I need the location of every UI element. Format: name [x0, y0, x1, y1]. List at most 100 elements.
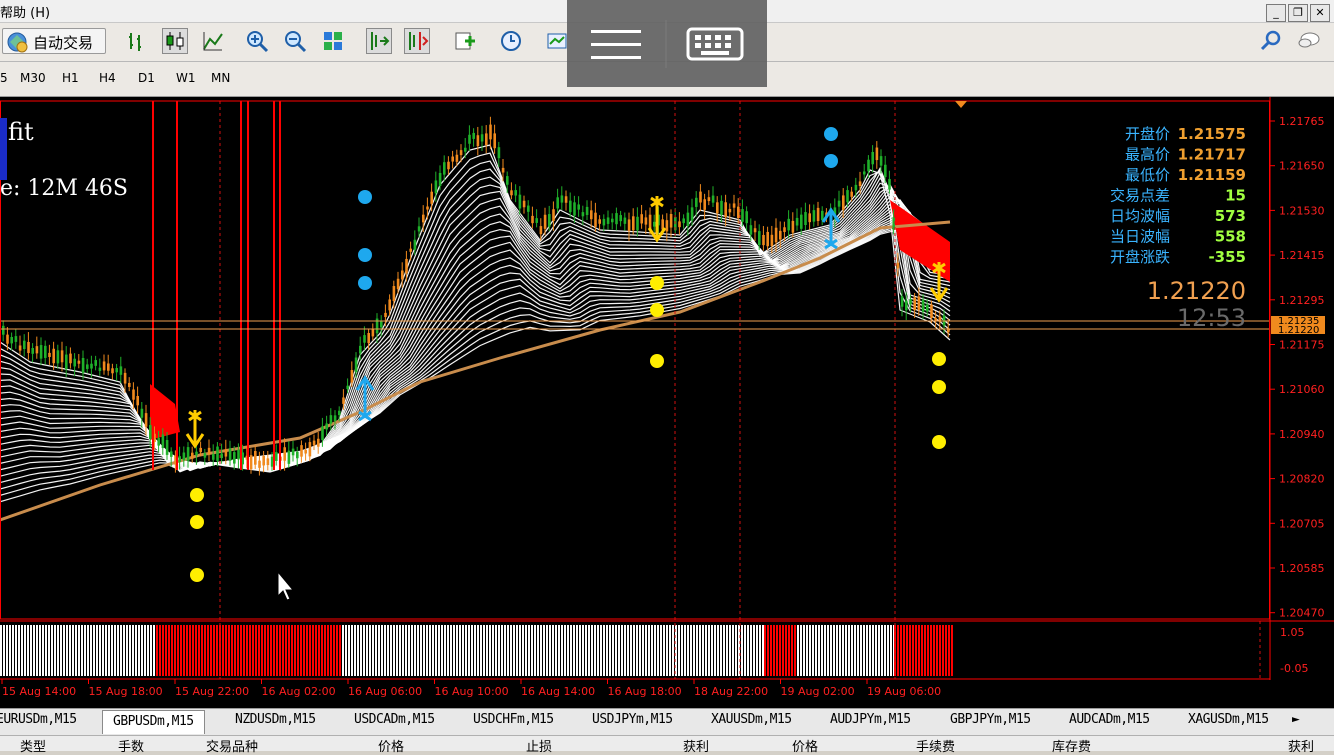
histogram-bar [180, 625, 182, 676]
timeframe-m5[interactable]: 5 [0, 71, 8, 85]
candle-body [115, 368, 118, 373]
price-chart[interactable]: fit e: 12M 46S 开盘价 1.21575 最高价 1.21717 最低价 1.… [0, 97, 1334, 708]
candle-body [128, 382, 131, 387]
histogram-bar [96, 625, 98, 676]
candle-body [707, 197, 711, 202]
chart-shift-button[interactable] [404, 28, 430, 54]
histogram-bar [606, 625, 608, 676]
histogram-bar [150, 625, 152, 676]
tab-gbpusdm[interactable]: GBPUSDm,M15 [102, 710, 205, 734]
periods-button[interactable] [498, 28, 534, 54]
bar-chart-button[interactable] [124, 28, 150, 54]
session-lines [152, 101, 1261, 679]
candlestick-icon [166, 32, 184, 50]
keyboard-icon[interactable] [686, 27, 744, 61]
histogram-bar [99, 625, 101, 676]
auto-scroll-button[interactable] [366, 28, 392, 54]
histogram-bar [45, 625, 47, 676]
histogram-bar [432, 625, 434, 676]
col-swap[interactable]: 库存费 [1052, 736, 1091, 755]
histogram-bar [866, 625, 868, 676]
candlestick-button[interactable] [162, 28, 188, 54]
candle-body [468, 134, 471, 144]
tab-audjpym[interactable]: AUDJPYm,M15 [830, 712, 911, 727]
col-price2[interactable]: 价格 [792, 736, 818, 755]
histogram-bar [564, 625, 566, 676]
tab-usdjpym[interactable]: USDJPYm,M15 [592, 712, 673, 727]
col-commission[interactable]: 手续费 [916, 736, 955, 755]
histogram-bar [354, 625, 356, 676]
col-type[interactable]: 类型 [20, 736, 46, 755]
candle-body [535, 218, 538, 223]
candle-body [552, 209, 555, 222]
histogram-bar [378, 625, 380, 676]
search-button[interactable] [1258, 28, 1284, 54]
col-price[interactable]: 价格 [378, 736, 404, 755]
histogram-bar [111, 625, 113, 676]
minimize-button[interactable]: _ [1266, 4, 1286, 22]
candle-body [191, 452, 194, 459]
auto-trade-button[interactable]: 自动交易 [2, 28, 106, 54]
chart-area[interactable]: fit e: 12M 46S 开盘价 1.21575 最高价 1.21717 最低价 1.… [0, 97, 1334, 708]
tab-scroll-right[interactable]: ► [1292, 712, 1300, 727]
chat-button[interactable] [1296, 28, 1330, 54]
histogram-bar [609, 625, 611, 676]
histogram-bar [57, 625, 59, 676]
histogram-bar [468, 625, 470, 676]
restore-button[interactable]: ❐ [1288, 4, 1308, 22]
timeframe-m30[interactable]: M30 [20, 71, 46, 85]
candle-body [338, 410, 341, 415]
candle-body [699, 191, 702, 203]
col-profit[interactable]: 获利 [1288, 736, 1314, 755]
candle-body [296, 451, 299, 459]
line-chart-button[interactable] [200, 28, 226, 54]
tab-audcadm[interactable]: AUDCADm,M15 [1069, 712, 1150, 727]
price-tick-label: 1.21530 [1279, 204, 1325, 217]
histogram-bar [693, 625, 695, 676]
histogram-bar [546, 625, 548, 676]
histogram-bar [779, 625, 781, 676]
info-value: 1.21159 [1178, 166, 1246, 184]
tab-usdchfm[interactable]: USDCHFm,M15 [473, 712, 554, 727]
timeframe-mn[interactable]: MN [211, 71, 230, 85]
zoom-in-button[interactable] [244, 28, 270, 54]
histogram-bar [114, 625, 116, 676]
histogram-bar [639, 625, 641, 676]
price-tick-label: 1.21415 [1279, 249, 1325, 262]
timeframe-h4[interactable]: H4 [99, 71, 116, 85]
tab-usdcadm[interactable]: USDCADm,M15 [354, 712, 435, 727]
candle-body [275, 452, 278, 461]
histogram-bar [897, 625, 899, 676]
tab-xagusdm[interactable]: XAGUSDm,M15 [1188, 712, 1269, 727]
histogram-bar [582, 625, 584, 676]
col-tp[interactable]: 获利 [683, 736, 709, 755]
histogram-bar [327, 625, 329, 676]
col-symbol[interactable]: 交易品种 [206, 736, 258, 755]
histogram-bar [621, 625, 623, 676]
histogram-bar [252, 625, 254, 676]
tab-gbpjpym[interactable]: GBPJPYm,M15 [950, 712, 1031, 727]
tab-xauusdm[interactable]: XAUUSDm,M15 [711, 712, 792, 727]
zoom-out-button[interactable] [282, 28, 308, 54]
histogram-bar [18, 625, 20, 676]
tab-nzdusdm[interactable]: NZDUSDm,M15 [235, 712, 316, 727]
indicators-button[interactable] [452, 28, 488, 54]
col-lots[interactable]: 手数 [118, 736, 144, 755]
menu-help[interactable]: 帮助 (H) [0, 2, 50, 21]
timeframe-d1[interactable]: D1 [138, 71, 155, 85]
search-icon [1260, 30, 1281, 51]
timeframe-h1[interactable]: H1 [62, 71, 79, 85]
candle-body [695, 197, 698, 207]
histogram-bar [339, 625, 341, 676]
hamburger-menu-icon[interactable] [591, 30, 641, 59]
candle-body [464, 147, 467, 152]
chart-shift-icon [409, 32, 429, 50]
close-button[interactable]: ✕ [1310, 4, 1330, 22]
timeframe-w1[interactable]: W1 [176, 71, 196, 85]
tab-eurusdm[interactable]: EURUSDm,M15 [0, 712, 77, 727]
tile-windows-button[interactable] [320, 28, 346, 54]
histogram-bar [348, 625, 350, 676]
histogram-bar [276, 625, 278, 676]
col-sl[interactable]: 止损 [526, 736, 552, 755]
histogram-bar [522, 625, 524, 676]
